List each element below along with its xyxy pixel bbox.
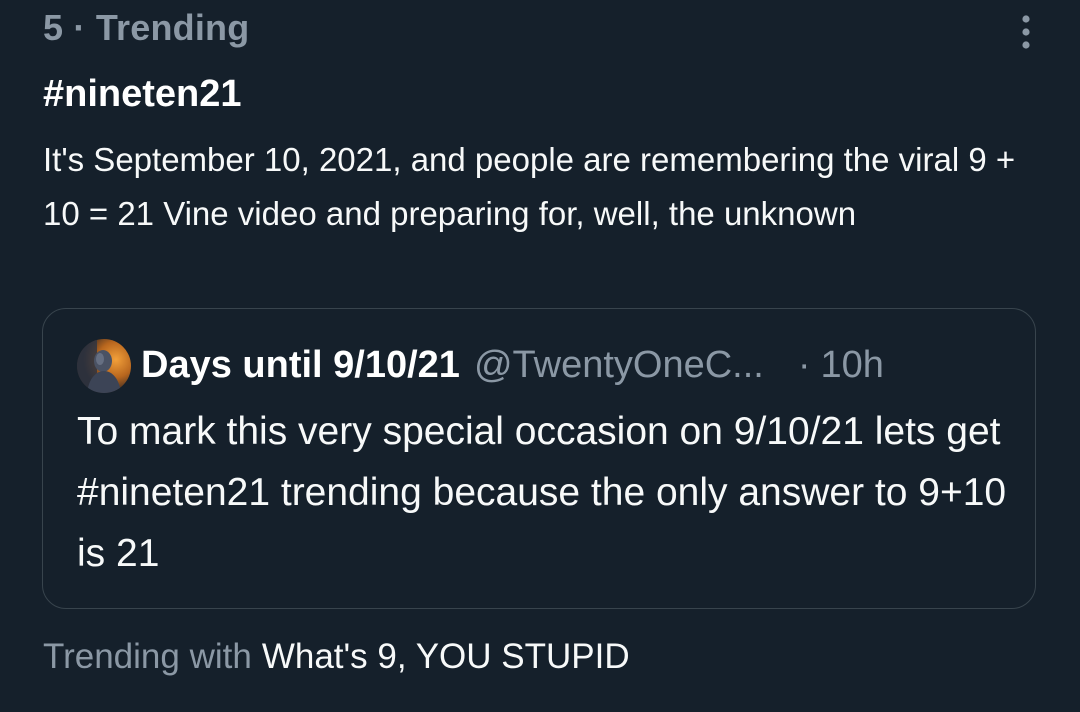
- trending-with-label: Trending with: [43, 637, 252, 676]
- author-display-name[interactable]: Days until 9/10/21: [141, 344, 460, 387]
- trend-card[interactable]: 5 · Trending #nineten21 It's September 1…: [0, 0, 1080, 712]
- trending-with-topic[interactable]: What's 9, YOU STUPID: [262, 637, 630, 676]
- avatar[interactable]: [77, 339, 131, 393]
- more-vertical-icon: [1022, 15, 1030, 49]
- quoted-tweet-header: Days until 9/10/21 @TwentyOneC... · 10h: [141, 337, 884, 393]
- quoted-tweet-text: To mark this very special occasion on 9/…: [77, 410, 1007, 575]
- quoted-tweet[interactable]: Days until 9/10/21 @TwentyOneC... · 10h …: [42, 308, 1036, 609]
- trend-meta: 5 · Trending: [43, 7, 250, 48]
- trending-with: Trending with What's 9, YOU STUPID: [43, 632, 630, 682]
- author-handle[interactable]: @TwentyOneC...: [474, 344, 764, 387]
- trend-summary: It's September 10, 2021, and people are …: [43, 141, 1016, 232]
- tweet-timestamp[interactable]: 10h: [821, 344, 884, 387]
- separator-dot: ·: [797, 343, 811, 386]
- more-options-button[interactable]: [1004, 10, 1048, 54]
- trend-hashtag[interactable]: #nineten21: [43, 70, 242, 118]
